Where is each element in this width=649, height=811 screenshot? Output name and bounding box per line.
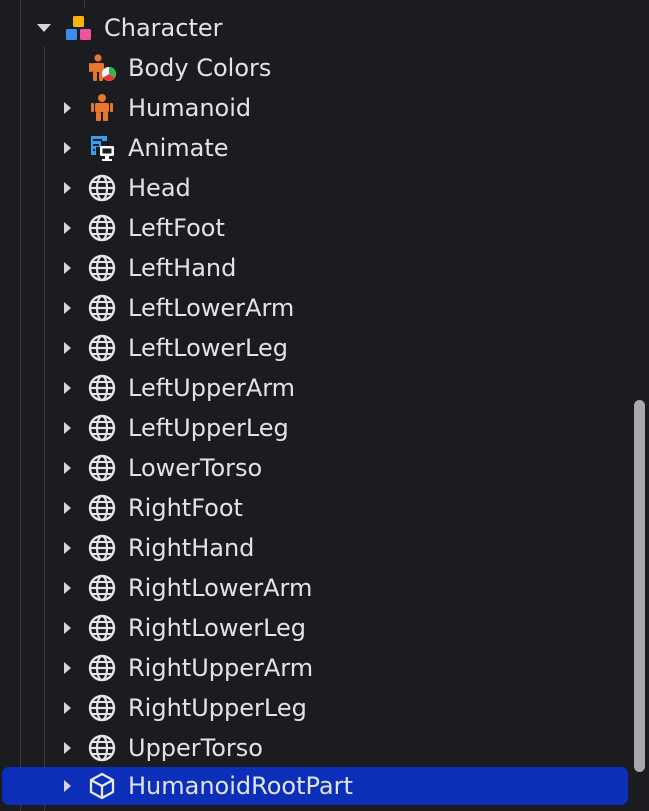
tree-item-label: RightHand	[128, 534, 255, 562]
mesh-part-icon	[88, 574, 116, 602]
tree-item-label: LeftUpperLeg	[128, 414, 289, 442]
expand-arrow-icon[interactable]	[64, 702, 71, 714]
tree-item-label: HumanoidRootPart	[128, 772, 353, 800]
tree-guide-line	[84, 0, 85, 8]
expand-arrow-icon[interactable]	[64, 302, 71, 314]
tree-item-label: Body Colors	[128, 54, 272, 82]
expand-arrow-icon[interactable]	[64, 382, 71, 394]
expand-arrow-icon[interactable]	[64, 222, 71, 234]
tree-item-label: RightFoot	[128, 494, 243, 522]
expand-arrow-icon[interactable]	[64, 502, 71, 514]
tree-item-label: Character	[104, 14, 223, 42]
tree-item-upper-torso[interactable]: UpperTorso	[0, 730, 628, 766]
tree-item-label: Humanoid	[128, 94, 252, 122]
tree-item-label: LeftLowerArm	[128, 294, 295, 322]
expand-arrow-icon[interactable]	[64, 462, 71, 474]
tree-item-label: UpperTorso	[128, 734, 263, 762]
tree-item-right-lower-arm[interactable]: RightLowerArm	[0, 570, 628, 606]
tree-item-right-lower-leg[interactable]: RightLowerLeg	[0, 610, 628, 646]
tree-item-lower-torso[interactable]: LowerTorso	[0, 450, 628, 486]
mesh-part-icon	[88, 734, 116, 762]
mesh-part-icon	[88, 694, 116, 722]
tree-item-character[interactable]: Character	[0, 10, 628, 46]
mesh-part-icon	[88, 294, 116, 322]
tree-item-head[interactable]: Head	[0, 170, 628, 206]
mesh-part-icon	[88, 334, 116, 362]
tree-item-humanoid-root-part[interactable]: HumanoidRootPart	[2, 767, 628, 805]
tree-item-label: Head	[128, 174, 191, 202]
part-cube-icon	[89, 772, 115, 800]
tree-item-label: Animate	[128, 134, 229, 162]
tree-item-right-upper-arm[interactable]: RightUpperArm	[0, 650, 628, 686]
expand-arrow-icon[interactable]	[64, 662, 71, 674]
explorer-panel: Character Body Colors Humanoid Animate H…	[0, 0, 649, 811]
tree-item-label: LowerTorso	[128, 454, 263, 482]
expand-arrow-icon[interactable]	[64, 742, 71, 754]
mesh-part-icon	[88, 614, 116, 642]
expand-arrow-icon[interactable]	[64, 422, 71, 434]
mesh-part-icon	[88, 454, 116, 482]
tree-item-label: RightUpperLeg	[128, 694, 307, 722]
tree-item-label: RightLowerLeg	[128, 614, 307, 642]
expand-arrow-icon[interactable]	[64, 102, 71, 114]
tree-item-left-upper-leg[interactable]: LeftUpperLeg	[0, 410, 628, 446]
mesh-part-icon	[88, 174, 116, 202]
tree-item-right-upper-leg[interactable]: RightUpperLeg	[0, 690, 628, 726]
mesh-part-icon	[88, 214, 116, 242]
expand-arrow-icon[interactable]	[64, 342, 71, 354]
tree-item-left-lower-leg[interactable]: LeftLowerLeg	[0, 330, 628, 366]
expand-arrow-icon[interactable]	[64, 262, 71, 274]
tree-item-left-foot[interactable]: LeftFoot	[0, 210, 628, 246]
tree-item-label: RightUpperArm	[128, 654, 314, 682]
mesh-part-icon	[88, 654, 116, 682]
tree-item-label: RightLowerArm	[128, 574, 313, 602]
tree-item-humanoid[interactable]: Humanoid	[0, 90, 628, 126]
tree-item-left-lower-arm[interactable]: LeftLowerArm	[0, 290, 628, 326]
model-icon	[66, 16, 91, 40]
expand-arrow-icon[interactable]	[64, 182, 71, 194]
tree-item-right-foot[interactable]: RightFoot	[0, 490, 628, 526]
local-script-icon	[91, 136, 114, 161]
expand-arrow-icon[interactable]	[64, 542, 71, 554]
expand-arrow-icon[interactable]	[64, 780, 71, 792]
tree-item-left-hand[interactable]: LeftHand	[0, 250, 628, 286]
collapse-arrow-icon[interactable]	[37, 24, 51, 32]
body-colors-icon	[89, 54, 116, 81]
mesh-part-icon	[88, 374, 116, 402]
mesh-part-icon	[88, 534, 116, 562]
tree-item-label: LeftFoot	[128, 214, 225, 242]
scrollbar-thumb[interactable]	[634, 400, 645, 772]
expand-arrow-icon[interactable]	[64, 622, 71, 634]
humanoid-icon	[91, 94, 113, 121]
tree-item-label: LeftHand	[128, 254, 237, 282]
mesh-part-icon	[88, 414, 116, 442]
mesh-part-icon	[88, 254, 116, 282]
tree-item-animate[interactable]: Animate	[0, 130, 628, 166]
tree-item-right-hand[interactable]: RightHand	[0, 530, 628, 566]
tree-item-left-upper-arm[interactable]: LeftUpperArm	[0, 370, 628, 406]
tree-item-body-colors[interactable]: Body Colors	[0, 50, 628, 86]
mesh-part-icon	[88, 494, 116, 522]
expand-arrow-icon[interactable]	[64, 582, 71, 594]
expand-arrow-icon[interactable]	[64, 142, 71, 154]
tree-item-label: LeftUpperArm	[128, 374, 296, 402]
tree-item-label: LeftLowerLeg	[128, 334, 288, 362]
